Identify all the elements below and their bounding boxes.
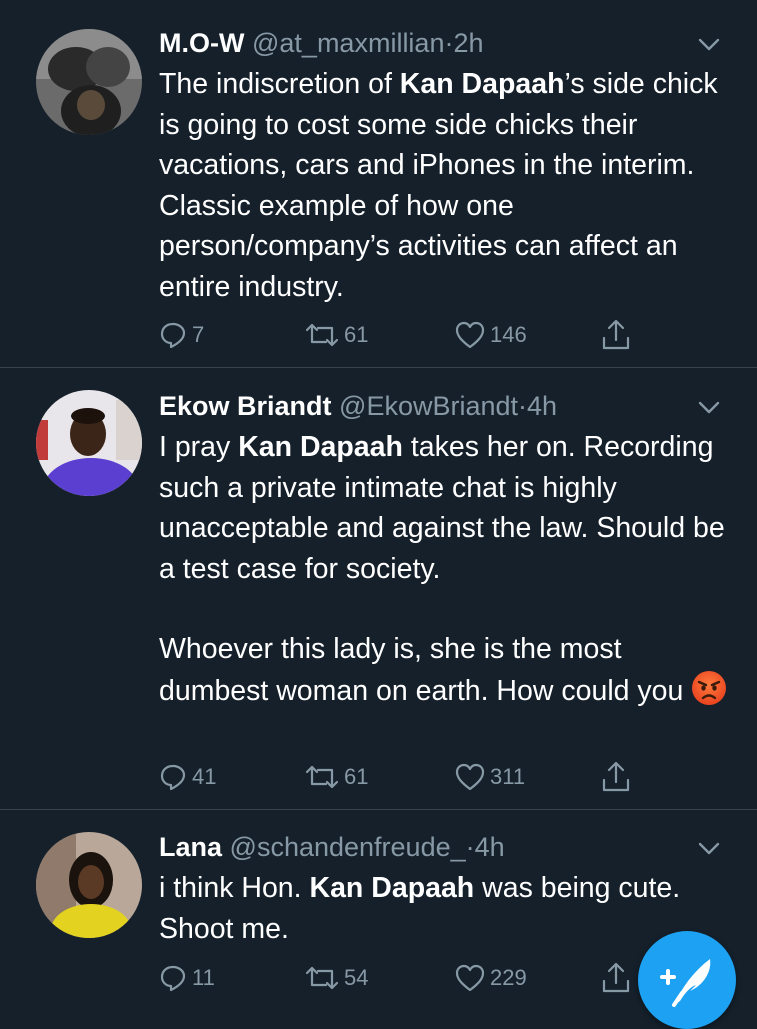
like-button[interactable]: 229 (454, 960, 527, 996)
tweet-text-part: Whoever this lady is, she is the most du… (159, 633, 684, 707)
tweet-text: I pray Kan Dapaah takes her on. Recordin… (159, 427, 729, 711)
share-button[interactable] (600, 759, 636, 795)
mention: Kan Dapaah (238, 431, 403, 463)
tweet-header: M.O-W @at_maxmillian·2h (159, 26, 484, 60)
user-handle[interactable]: @EkowBriandt (339, 391, 518, 421)
like-button[interactable]: 146 (454, 317, 527, 353)
timestamp[interactable]: 4h (475, 832, 505, 862)
reply-button[interactable]: 41 (158, 759, 216, 795)
compose-tweet-button[interactable] (638, 931, 736, 1029)
compose-tweet-icon (660, 959, 711, 1007)
heart-icon (455, 964, 485, 992)
share-icon (602, 761, 630, 792)
retweet-count: 61 (344, 764, 369, 789)
reply-count: 41 (192, 764, 217, 789)
chevron-down-icon[interactable] (696, 398, 722, 418)
retweet-button[interactable]: 54 (304, 960, 368, 996)
tweet[interactable]: M.O-W @at_maxmillian·2h The indiscretion… (0, 0, 757, 368)
like-count: 311 (490, 764, 526, 789)
mention: Kan Dapaah (309, 872, 475, 904)
tweet-actions: 11 54 229 (158, 960, 638, 996)
retweet-button[interactable]: 61 (304, 317, 368, 353)
share-icon (602, 319, 630, 350)
angry-face-emoji (692, 670, 727, 705)
display-name[interactable]: M.O-W (159, 28, 244, 58)
retweet-count: 54 (344, 965, 369, 990)
share-icon (602, 962, 630, 993)
tweet-actions: 41 61 311 (158, 759, 638, 795)
reply-icon (160, 965, 186, 992)
share-button[interactable] (600, 960, 636, 996)
mention: Kan Dapaah (399, 68, 565, 100)
like-button[interactable]: 311 (454, 759, 525, 795)
display-name[interactable]: Ekow Briandt (159, 391, 332, 421)
user-handle[interactable]: @schandenfreude_ (230, 832, 466, 862)
reply-button[interactable]: 11 (158, 960, 215, 996)
retweet-icon (305, 966, 339, 990)
tweet-text-part: ’s side chick is going to cost some side… (159, 68, 718, 303)
reply-count: 11 (192, 965, 215, 990)
timestamp[interactable]: 4h (527, 391, 557, 421)
user-handle[interactable]: @at_maxmillian (252, 28, 444, 58)
tweet-text-part: I pray (159, 431, 239, 463)
tweet-actions: 7 61 146 (158, 317, 638, 353)
retweet-icon (305, 323, 339, 347)
avatar[interactable] (36, 832, 142, 938)
retweet-icon (305, 765, 339, 789)
separator: · (518, 391, 528, 421)
retweet-count: 61 (344, 322, 369, 347)
tweet-text: The indiscretion of Kan Dapaah’s side ch… (159, 64, 729, 307)
chevron-down-icon[interactable] (696, 839, 722, 859)
display-name[interactable]: Lana (159, 832, 222, 862)
separator: · (465, 832, 475, 862)
avatar[interactable] (36, 29, 142, 135)
reply-count: 7 (192, 322, 205, 347)
reply-icon (160, 764, 186, 791)
reply-icon (160, 322, 186, 349)
heart-icon (455, 763, 485, 791)
like-count: 229 (490, 965, 527, 990)
heart-icon (455, 321, 485, 349)
tweet-text-part: i think Hon. (159, 872, 310, 904)
reply-button[interactable]: 7 (158, 317, 204, 353)
tweet-text-part: The indiscretion of (159, 68, 400, 100)
chevron-down-icon[interactable] (696, 35, 722, 55)
tweet-header: Lana @schandenfreude_·4h (159, 830, 505, 864)
timestamp[interactable]: 2h (453, 28, 483, 58)
tweet-header: Ekow Briandt @EkowBriandt·4h (159, 389, 557, 423)
tweet[interactable]: Ekow Briandt @EkowBriandt·4h I pray Kan … (0, 368, 757, 810)
share-button[interactable] (600, 317, 636, 353)
retweet-button[interactable]: 61 (304, 759, 368, 795)
like-count: 146 (490, 322, 527, 347)
avatar[interactable] (36, 390, 142, 496)
